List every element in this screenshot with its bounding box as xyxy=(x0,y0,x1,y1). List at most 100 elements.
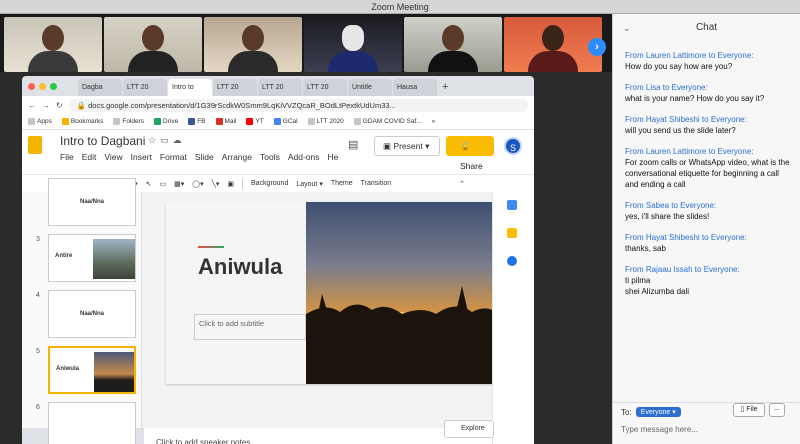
menu-insert[interactable]: Insert xyxy=(131,152,152,162)
sunset-photo[interactable] xyxy=(306,202,492,384)
chevron-down-icon[interactable]: ⌄ xyxy=(623,14,631,42)
calendar-icon[interactable] xyxy=(507,200,517,210)
bookmark-item[interactable]: GCal xyxy=(273,118,298,125)
keep-icon[interactable] xyxy=(507,228,517,238)
bookmark-item[interactable]: GDAM COVID Saf... xyxy=(353,118,422,125)
message-sender: From Hayat Shibeshi to Everyone: xyxy=(625,115,747,124)
browser-tab[interactable]: LTT 20 xyxy=(123,79,167,96)
bookmarks-more[interactable]: » xyxy=(432,118,436,125)
forward-arrow-icon[interactable]: → xyxy=(42,101,50,110)
present-button[interactable]: ▣ Present ▾ xyxy=(374,136,440,156)
bookmark-item[interactable]: YT xyxy=(246,118,264,125)
move-folder-icon[interactable]: ▭ xyxy=(160,135,173,145)
browser-tab[interactable]: LTT 20 xyxy=(303,79,347,96)
close-window-icon[interactable] xyxy=(28,83,35,90)
video-tile[interactable] xyxy=(4,17,102,72)
explore-button[interactable]: Explore xyxy=(444,420,494,438)
new-tab-button[interactable]: + xyxy=(438,79,452,96)
thumbnail-photo xyxy=(94,352,134,392)
url-field[interactable]: 🔒 docs.google.com/presentation/d/1G39rSc… xyxy=(68,98,528,112)
reload-icon[interactable]: ↻ xyxy=(56,101,63,110)
participant-body xyxy=(28,51,78,72)
bookmark-item[interactable]: Folders xyxy=(113,118,144,125)
bookmark-item[interactable]: Bookmarks xyxy=(61,118,103,125)
menu-format[interactable]: Format xyxy=(160,152,187,162)
browser-tab[interactable]: Untitle xyxy=(348,79,392,96)
video-tile[interactable] xyxy=(304,17,402,72)
menu-file[interactable]: File xyxy=(60,152,74,162)
drive-icon xyxy=(154,118,162,125)
speaker-notes[interactable]: Click to add speaker notes xyxy=(144,428,492,444)
account-avatar[interactable]: S xyxy=(504,137,522,155)
document-title[interactable]: Intro to Dagbani xyxy=(60,134,145,148)
bookmark-item[interactable]: Drive xyxy=(154,118,178,125)
chat-panel: ⌄ Chat From Lauren Lattimore to Everyone… xyxy=(612,14,800,444)
side-panel xyxy=(492,192,534,444)
menu-view[interactable]: View xyxy=(104,152,122,162)
bookmark-item[interactable]: LTT 2020 xyxy=(307,118,344,125)
comment-icon[interactable]: ▤ xyxy=(348,138,358,151)
calendar-icon xyxy=(273,118,281,125)
slide-number: 6 xyxy=(36,404,40,411)
chat-message-input[interactable]: Type message here... xyxy=(621,425,698,434)
file-button[interactable]: ▯ File xyxy=(733,403,765,417)
video-tile[interactable] xyxy=(204,17,302,72)
participant-body xyxy=(428,51,478,72)
message-text: How do you say how are you? xyxy=(625,62,733,71)
recipient-dropdown[interactable]: Everyone ▾ xyxy=(635,407,681,417)
theme-button[interactable]: Theme xyxy=(331,180,353,187)
slide-title[interactable]: Aniwula xyxy=(198,254,282,280)
chevron-down-icon[interactable]: ▾ xyxy=(425,141,429,151)
browser-tab[interactable]: Dagba xyxy=(78,79,122,96)
bookmark-apps[interactable]: Apps xyxy=(28,118,52,125)
layout-button[interactable]: Layout ▾ xyxy=(296,180,323,188)
transition-button[interactable]: Transition xyxy=(361,180,391,187)
menu-arrange[interactable]: Arrange xyxy=(222,152,252,162)
video-tile[interactable] xyxy=(404,17,502,72)
sunset-image xyxy=(306,202,492,384)
share-button[interactable]: 🔒 Share xyxy=(446,136,494,171)
maximize-window-icon[interactable] xyxy=(50,83,57,90)
current-slide[interactable]: Aniwula Click to add subtitle xyxy=(166,202,492,384)
google-slides-icon[interactable] xyxy=(28,136,42,154)
bookmark-item[interactable]: Mail xyxy=(215,118,236,125)
star-icon[interactable]: ☆ xyxy=(148,135,160,145)
menu-addons[interactable]: Add-ons xyxy=(288,152,320,162)
browser-tab[interactable]: LTT 20 xyxy=(258,79,302,96)
subtitle-placeholder[interactable]: Click to add subtitle xyxy=(194,314,306,340)
background-button[interactable]: Background xyxy=(251,180,288,187)
slide-thumbnail-selected[interactable]: Aniwula xyxy=(48,346,136,394)
bookmark-label: LTT 2020 xyxy=(316,118,344,125)
next-page-button[interactable]: › xyxy=(588,38,606,56)
tasks-icon[interactable] xyxy=(507,256,517,266)
menu-edit[interactable]: Edit xyxy=(82,152,97,162)
minimize-window-icon[interactable] xyxy=(39,83,46,90)
menu-help[interactable]: He xyxy=(328,152,339,162)
bookmark-label: YT xyxy=(255,118,264,125)
collapse-toolbar-icon[interactable]: ⌃ xyxy=(459,180,465,188)
slide-thumbnail[interactable] xyxy=(48,402,136,444)
slide-thumbnail[interactable]: Antire xyxy=(48,234,136,282)
line-icon[interactable]: ╲▾ xyxy=(212,180,220,188)
browser-tab-active[interactable]: Intro to xyxy=(168,79,212,96)
video-tile[interactable] xyxy=(104,17,202,72)
mail-icon xyxy=(215,118,223,125)
select-icon[interactable]: ↖ xyxy=(146,180,152,188)
browser-tab[interactable]: Hausa xyxy=(393,79,437,96)
more-options-button[interactable]: ... xyxy=(769,403,785,417)
shape-icon[interactable]: ◯▾ xyxy=(192,180,203,188)
url-text: docs.google.com/presentation/d/1G39rScdk… xyxy=(88,100,396,110)
add-comment-icon[interactable]: ▣ xyxy=(227,180,234,188)
text-box-icon[interactable]: ▭ xyxy=(160,180,167,188)
menu-slide[interactable]: Slide xyxy=(195,152,214,162)
bookmark-label: Drive xyxy=(163,118,179,125)
bookmark-item[interactable]: FB xyxy=(188,118,206,125)
cloud-icon[interactable]: ☁ xyxy=(173,135,186,145)
back-arrow-icon[interactable]: ← xyxy=(28,101,36,110)
browser-tab[interactable]: LTT 20 xyxy=(213,79,257,96)
menu-tools[interactable]: Tools xyxy=(260,152,280,162)
slide-thumbnail[interactable]: Naa/Nna xyxy=(48,178,136,226)
thumbnail-title: Aniwula xyxy=(56,366,80,372)
image-icon[interactable]: ▦▾ xyxy=(174,180,184,188)
slide-thumbnail[interactable]: Naa/Nna xyxy=(48,290,136,338)
